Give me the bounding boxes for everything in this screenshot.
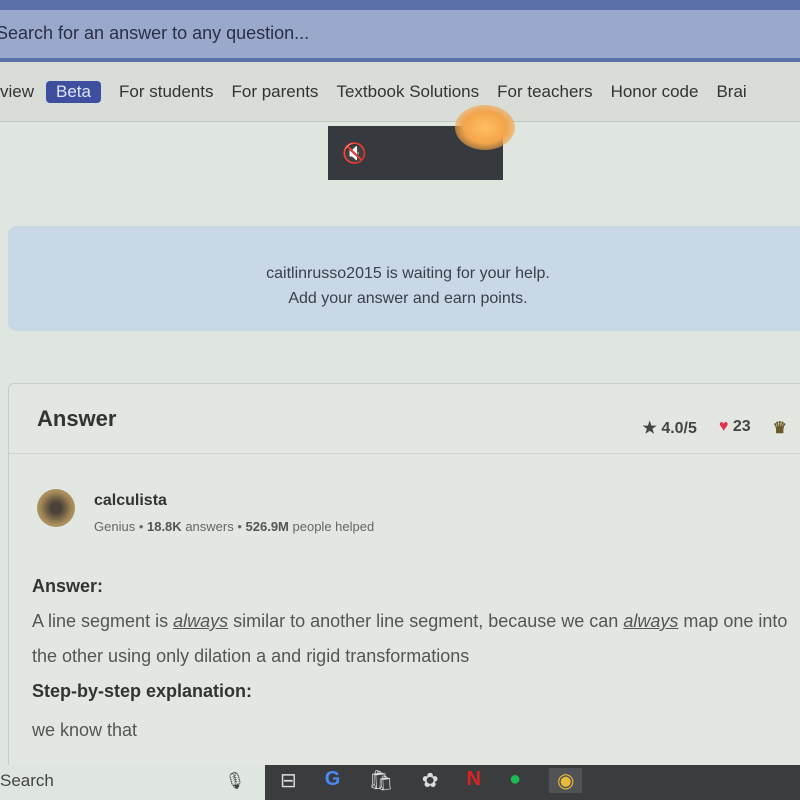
- answer-heading: Answer: [37, 405, 117, 431]
- user-name[interactable]: calculista: [94, 492, 167, 510]
- nav-for-teachers[interactable]: For teachers: [497, 82, 592, 102]
- answer-body: Answer: A line segment is always similar…: [32, 569, 800, 748]
- crown-icon: ♛: [772, 420, 787, 437]
- answer-card: Answer ★ 4.0/5 ♥ 23 ♛ calculista Genius …: [8, 383, 800, 773]
- answer-text: A line segment is always similar to anot…: [32, 611, 788, 666]
- nav-textbook-solutions[interactable]: Textbook Solutions: [336, 82, 479, 102]
- helped-count: 526.9M: [245, 519, 289, 534]
- taskbar-search[interactable]: Search 🎙: [0, 765, 265, 800]
- top-bar: Search for an answer to any question...: [0, 0, 800, 62]
- notice-line-1: caitlinrusso2015 is waiting for your hel…: [266, 265, 550, 282]
- likes-count: 23: [732, 418, 751, 435]
- avatar[interactable]: [37, 489, 75, 527]
- taskbar-search-label: Search: [0, 771, 54, 790]
- nav-bar: view Beta For students For parents Textb…: [0, 62, 800, 122]
- nav-brainly[interactable]: Brai: [716, 82, 746, 102]
- nav-item-view[interactable]: view: [0, 82, 34, 102]
- search-input[interactable]: Search for an answer to any question...: [0, 10, 800, 58]
- answers-label: answers: [185, 519, 234, 534]
- nav-honor-code[interactable]: Honor code: [611, 82, 699, 102]
- nav-for-students[interactable]: For students: [119, 82, 214, 102]
- chrome-icon[interactable]: ◉: [549, 768, 583, 793]
- notice-line-2: Add your answer and earn points.: [288, 290, 528, 307]
- user-rank: Genius: [94, 519, 136, 534]
- google-icon[interactable]: G: [325, 768, 341, 793]
- step-label: Step-by-step explanation:: [32, 681, 253, 701]
- task-view-icon[interactable]: ⊟: [280, 768, 297, 793]
- light-glare: [455, 105, 515, 150]
- nav-for-parents[interactable]: For parents: [232, 82, 319, 102]
- step-text: we know that: [32, 720, 138, 740]
- rating: 4.0/5: [661, 420, 697, 437]
- answers-count: 18.8K: [146, 519, 182, 534]
- heart-icon[interactable]: ♥: [719, 418, 729, 435]
- user-meta: Genius • 18.8K answers • 526.9M people h…: [94, 519, 375, 534]
- star-icon: ★: [642, 420, 657, 437]
- microphone-icon[interactable]: 🎙: [225, 771, 245, 791]
- netflix-icon[interactable]: N: [466, 768, 480, 793]
- spotify-icon[interactable]: ●: [509, 768, 521, 793]
- microsoft-store-icon[interactable]: 🛍: [368, 768, 393, 793]
- answer-label: Answer:: [32, 576, 104, 596]
- helped-label: people helped: [292, 519, 375, 534]
- help-notice: caitlinrusso2015 is waiting for your hel…: [8, 226, 800, 331]
- muted-speaker-icon[interactable]: 🔇: [342, 141, 367, 166]
- beta-badge: Beta: [46, 80, 101, 103]
- photos-icon[interactable]: ✿: [422, 768, 439, 793]
